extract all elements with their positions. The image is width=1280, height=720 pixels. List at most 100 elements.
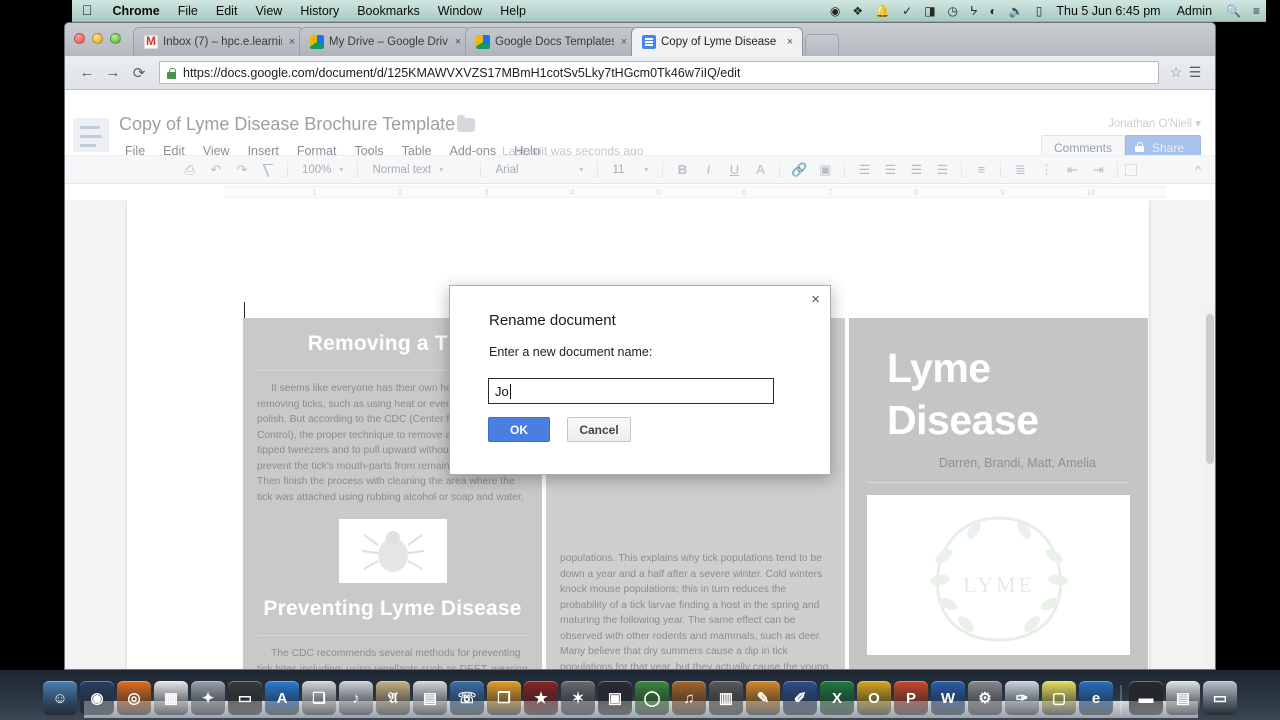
undo-icon[interactable]: ↶ <box>203 159 229 181</box>
bell-icon[interactable]: 🔔 <box>869 4 896 18</box>
dock-icon-dashboard[interactable]: ◉ <box>80 681 114 715</box>
indent-increase-icon[interactable]: ⇥ <box>1085 159 1111 181</box>
back-icon[interactable]: ← <box>75 61 99 85</box>
dock-icon-firefox[interactable]: ◎ <box>117 681 151 715</box>
dock-icon-iphoto-2[interactable]: ✶ <box>561 681 595 715</box>
checkmark-icon[interactable]: ✓ <box>896 4 918 18</box>
menubar-item-chrome[interactable]: Chrome <box>104 4 169 18</box>
menubar-item-help[interactable]: Help <box>491 4 535 18</box>
align-justify-icon[interactable]: ☰ <box>929 159 955 181</box>
text-color-button[interactable]: A <box>747 159 773 181</box>
dock-icon-finder[interactable]: ☺ <box>43 681 77 715</box>
dock-icon-numbers[interactable]: ✐ <box>783 681 817 715</box>
browser-tab-my-drive[interactable]: My Drive – Google Drive × <box>299 27 471 56</box>
italic-button[interactable]: I <box>695 159 721 181</box>
menubar-item-history[interactable]: History <box>291 4 348 18</box>
font-size-select[interactable]: 11 ▾ <box>607 159 653 181</box>
document-scrollbar-track[interactable] <box>1205 310 1215 669</box>
apple-icon[interactable]:  <box>72 3 104 17</box>
dock-icon-contacts[interactable]: ☏ <box>450 681 484 715</box>
dock-icon-downloads-stack[interactable]: ▬ <box>1129 681 1163 715</box>
font-family-select[interactable]: Arial ▾ <box>490 159 588 181</box>
dock-icon-final-cut[interactable]: ▣ <box>598 681 632 715</box>
dock-icon-calculator[interactable]: ▤ <box>413 681 447 715</box>
dock-icon-microsoft-powerpoint[interactable]: P <box>894 681 928 715</box>
backup-icon[interactable]: ◨ <box>918 4 941 18</box>
search-icon[interactable]: 🔍 <box>1220 4 1247 18</box>
bulleted-list-icon[interactable]: ⋮ <box>1033 159 1059 181</box>
dock-icon-ibooks[interactable]: ❒ <box>487 681 521 715</box>
dock-icon-microsoft-excel[interactable]: X <box>820 681 854 715</box>
forward-icon[interactable]: → <box>101 61 125 85</box>
dock-icon-internet-explorer[interactable]: e <box>1079 681 1113 715</box>
bluetooth-icon[interactable]: ᔭ <box>964 4 984 18</box>
zoom-level-select[interactable]: 100% ▾ <box>297 159 348 181</box>
address-bar[interactable]: https://docs.google.com/document/d/125KM… <box>159 61 1159 84</box>
menubar-item-view[interactable]: View <box>246 4 291 18</box>
clear-formatting-icon[interactable]: ⃞ <box>1124 159 1150 181</box>
dock-icon-launchpad[interactable]: ▦ <box>154 681 188 715</box>
dock-icon-documents-stack[interactable]: ▤ <box>1166 681 1200 715</box>
print-icon[interactable]: ⎙ <box>177 159 203 181</box>
menubar-item-bookmarks[interactable]: Bookmarks <box>348 4 429 18</box>
dock-icon-app-store[interactable]: A <box>265 681 299 715</box>
close-icon[interactable]: × <box>452 36 464 48</box>
browser-tab-docs-templates[interactable]: Google Docs Templates × <box>465 27 637 56</box>
dock-icon-microsoft-word[interactable]: W <box>931 681 965 715</box>
record-icon[interactable]: ◉ <box>824 4 846 18</box>
cancel-button[interactable]: Cancel <box>567 417 631 442</box>
align-right-icon[interactable]: ☰ <box>903 159 929 181</box>
dock-icon-preview[interactable]: ✑ <box>1005 681 1039 715</box>
dock-icon-iphoto[interactable]: ❏ <box>302 681 336 715</box>
bold-button[interactable]: B <box>669 159 695 181</box>
menubar-item-file[interactable]: File <box>169 4 207 18</box>
dock-icon-keynote[interactable]: ▥ <box>709 681 743 715</box>
paint-format-icon[interactable]: ⎲ <box>255 159 281 181</box>
volume-icon[interactable]: 🔈 <box>1003 4 1030 18</box>
clock-icon[interactable]: ◷ <box>942 4 964 18</box>
paragraph-style-select[interactable]: Normal text ▾ <box>367 159 471 181</box>
ruler-band[interactable]: 1 2 3 4 5 6 7 8 9 10 <box>225 186 1165 198</box>
indent-decrease-icon[interactable]: ⇤ <box>1059 159 1085 181</box>
folder-icon[interactable] <box>457 115 475 132</box>
underline-button[interactable]: U <box>721 159 747 181</box>
close-icon[interactable]: × <box>784 36 796 48</box>
dock-icon-pages[interactable]: ✎ <box>746 681 780 715</box>
close-window-button[interactable] <box>74 33 85 44</box>
bookmark-star-icon[interactable]: ☆ <box>1167 64 1185 81</box>
dock-icon-system-preferences[interactable]: ⚙ <box>968 681 1002 715</box>
minimize-window-button[interactable] <box>92 33 103 44</box>
document-title[interactable]: Copy of Lyme Disease Brochure Template <box>119 114 455 135</box>
close-icon[interactable]: × <box>811 292 820 307</box>
menubar-clock[interactable]: Thu 5 Jun 6:45 pm <box>1048 4 1168 18</box>
align-center-icon[interactable]: ☰ <box>877 159 903 181</box>
account-name[interactable]: Jonathan O'Niell ▾ <box>1108 116 1201 130</box>
reload-icon[interactable]: ⟳ <box>127 61 151 85</box>
dock-icon-trash[interactable]: ▭ <box>1203 681 1237 715</box>
notification-center-icon[interactable]: ≡ <box>1247 4 1266 18</box>
zoom-window-button[interactable] <box>110 33 121 44</box>
link-icon[interactable]: 🔗 <box>786 159 812 181</box>
dock-icon-chrome[interactable]: ◯ <box>635 681 669 715</box>
dock-icon-itunes[interactable]: ♪ <box>339 681 373 715</box>
numbered-list-icon[interactable]: ≣ <box>1007 159 1033 181</box>
dock-icon-imovie[interactable]: ★ <box>524 681 558 715</box>
image-icon[interactable]: ▣ <box>812 159 838 181</box>
close-icon[interactable]: × <box>286 36 298 48</box>
dock-icon-dictionary[interactable]: 𝔄 <box>376 681 410 715</box>
docs-ruler[interactable]: 1 2 3 4 5 6 7 8 9 10 <box>65 184 1215 200</box>
chrome-menu-icon[interactable]: ☰ <box>1185 64 1205 81</box>
close-icon[interactable]: × <box>618 36 630 48</box>
battery-icon[interactable]: ▯ <box>1030 4 1049 18</box>
browser-tab-lyme-brochure[interactable]: Copy of Lyme Disease Broc × <box>631 27 803 56</box>
collapse-toolbar-icon[interactable]: ^ <box>1195 163 1201 177</box>
ok-button[interactable]: OK <box>488 417 550 442</box>
menubar-item-edit[interactable]: Edit <box>207 4 247 18</box>
browser-tab-inbox[interactable]: Inbox (7) – hpc.e.learning × <box>133 27 305 56</box>
dock-icon-garageband[interactable]: ♫ <box>672 681 706 715</box>
align-left-icon[interactable]: ☰ <box>851 159 877 181</box>
docs-home-icon[interactable] <box>73 118 109 152</box>
redo-icon[interactable]: ↷ <box>229 159 255 181</box>
wifi-icon[interactable]: ◐ <box>984 4 1003 18</box>
star-icon[interactable]: ☆ <box>437 119 449 135</box>
